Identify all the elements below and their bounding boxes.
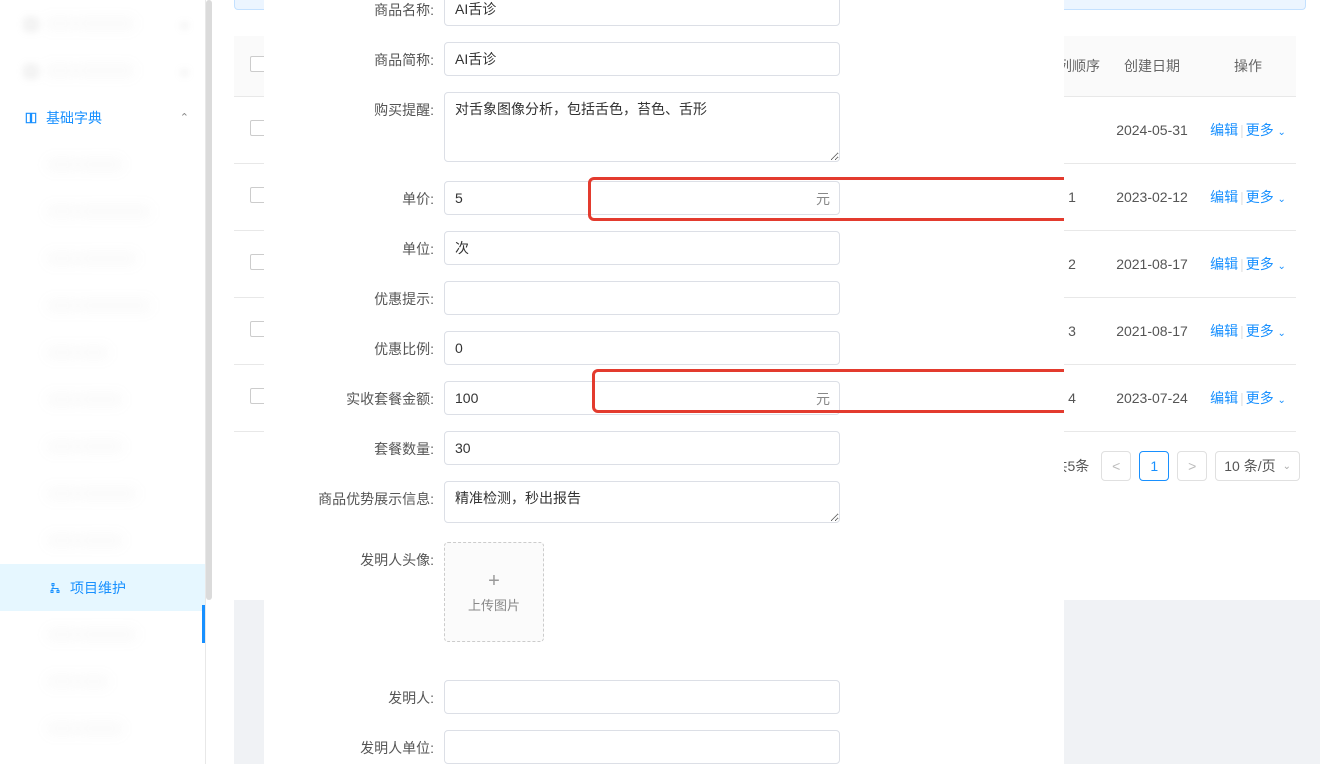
label-pkg-qty: 套餐数量: <box>264 431 444 459</box>
cell-ops: 编辑|更多 ⌄ <box>1200 163 1296 230</box>
more-link[interactable]: 更多 ⌄ <box>1246 256 1286 272</box>
edit-link[interactable]: 编辑 <box>1210 390 1238 406</box>
cell-date: 2023-02-12 <box>1104 163 1200 230</box>
cell-date: 2021-08-17 <box>1104 230 1200 297</box>
label-promo-rate: 优惠比例: <box>264 331 444 359</box>
label-pkg-amount: 实收套餐金额: <box>264 381 444 409</box>
chevron-up-icon: ⌃ <box>180 111 189 124</box>
edit-link[interactable]: 编辑 <box>1210 122 1238 138</box>
more-link[interactable]: 更多 ⌄ <box>1246 390 1286 406</box>
label-tip: 购买提醒: <box>264 92 444 120</box>
tree-icon <box>48 581 62 595</box>
label-promo-tip: 优惠提示: <box>264 281 444 309</box>
label-price: 单价: <box>264 181 444 209</box>
chevron-down-icon: ⌄ <box>180 17 189 30</box>
inventor-input[interactable] <box>444 680 840 714</box>
label-inventor-org: 发明人单位: <box>264 730 444 758</box>
chevron-down-icon: ⌄ <box>1275 328 1286 339</box>
edit-dialog: 商品名称: 商品简称: 购买提醒: 对舌象图像分析，包括舌色，苔色、舌形 单价:… <box>264 0 1064 764</box>
book-icon <box>24 111 38 125</box>
plus-icon: + <box>488 571 500 591</box>
sidebar-section-dict[interactable]: 基础字典 ⌃ <box>0 94 205 141</box>
cell-ops: 编辑|更多 ⌄ <box>1200 230 1296 297</box>
sidebar-item[interactable]: －－ －－－ <box>0 141 205 188</box>
chevron-down-icon: ⌄ <box>1275 395 1286 406</box>
col-ops: 操作 <box>1200 36 1296 96</box>
product-name-input[interactable] <box>444 0 840 26</box>
label-short: 商品简称: <box>264 42 444 70</box>
sidebar-item[interactable]: －－ －－－ <box>0 423 205 470</box>
chevron-down-icon: ⌄ <box>180 64 189 77</box>
edit-link[interactable]: 编辑 <box>1210 256 1238 272</box>
more-link[interactable]: 更多 ⌄ <box>1246 323 1286 339</box>
col-created: 创建日期 <box>1104 36 1200 96</box>
more-link[interactable]: 更多 ⌄ <box>1246 189 1286 205</box>
label-name: 商品名称: <box>264 0 444 20</box>
cell-date: 2021-08-17 <box>1104 297 1200 364</box>
sidebar-item[interactable]: －－ －－－ <box>0 517 205 564</box>
prev-page-button[interactable]: < <box>1101 451 1131 481</box>
sidebar-item[interactable]: －－ －－ <box>0 658 205 705</box>
package-qty-input[interactable] <box>444 431 840 465</box>
menu-icon: ▢ <box>24 17 38 31</box>
cell-ops: 编辑|更多 ⌄ <box>1200 364 1296 431</box>
upload-label: 上传图片 <box>468 595 520 614</box>
chevron-down-icon: ⌄ <box>1275 127 1286 138</box>
cell-date: 2024-05-31 <box>1104 96 1200 163</box>
more-link[interactable]: 更多 ⌄ <box>1246 122 1286 138</box>
suffix-yuan: 元 <box>816 189 830 209</box>
page-1[interactable]: 1 <box>1139 451 1169 481</box>
sidebar-item[interactable]: －－ －－－ <box>0 705 205 752</box>
suffix-yuan-2: 元 <box>816 389 830 409</box>
sidebar: ▢－－ －－－－⌄ ▢－－ －－－－⌄ 基础字典 ⌃ －－ －－－ －－ －－－… <box>0 0 206 764</box>
sidebar-item[interactable]: －－ －－－－－ <box>0 282 205 329</box>
sidebar-item[interactable]: －－ －－ <box>0 329 205 376</box>
sidebar-item[interactable]: －－ －－－－ <box>0 235 205 282</box>
promo-rate-input[interactable] <box>444 331 840 365</box>
product-short-input[interactable] <box>444 42 840 76</box>
page-size-label: 10 条/页 <box>1224 456 1275 476</box>
promo-tip-input[interactable] <box>444 281 840 315</box>
unit-input[interactable] <box>444 231 840 265</box>
edit-link[interactable]: 编辑 <box>1210 189 1238 205</box>
package-amount-input[interactable] <box>444 381 840 415</box>
sidebar-item[interactable]: －－ －－－－ <box>0 470 205 517</box>
sidebar-item[interactable]: －－ －－－－－ <box>0 188 205 235</box>
sidebar-item[interactable]: ▢－－ －－－－⌄ <box>0 0 205 47</box>
sidebar-item[interactable]: ▢－－ －－－－⌄ <box>0 47 205 94</box>
sidebar-section-label: 基础字典 <box>46 108 180 128</box>
unit-price-input[interactable] <box>444 181 840 215</box>
sidebar-item[interactable]: －－ －－－－ <box>0 611 205 658</box>
inventor-org-input[interactable] <box>444 730 840 764</box>
cell-ops: 编辑|更多 ⌄ <box>1200 297 1296 364</box>
scrollbar-thumb[interactable] <box>206 0 212 600</box>
page-size-select[interactable]: 10 条/页 ⌄ <box>1215 451 1300 481</box>
feature-textarea[interactable]: 精准检测，秒出报告 <box>444 481 840 523</box>
sidebar-item[interactable]: －－ －－－ <box>0 376 205 423</box>
menu-icon: ▢ <box>24 64 38 78</box>
chevron-down-icon: ⌄ <box>1275 194 1286 205</box>
avatar-upload[interactable]: + 上传图片 <box>444 542 544 642</box>
purchase-tip-textarea[interactable]: 对舌象图像分析，包括舌色，苔色、舌形 <box>444 92 840 162</box>
sidebar-item-label: 项目维护 <box>70 578 189 598</box>
chevron-down-icon: ⌄ <box>1275 261 1286 272</box>
next-page-button[interactable]: > <box>1177 451 1207 481</box>
cell-date: 2023-07-24 <box>1104 364 1200 431</box>
edit-link[interactable]: 编辑 <box>1210 323 1238 339</box>
label-feature: 商品优势展示信息: <box>264 481 444 509</box>
label-inventor: 发明人: <box>264 680 444 708</box>
label-avatar: 发明人头像: <box>264 542 444 570</box>
label-unit: 单位: <box>264 231 444 259</box>
active-indicator <box>202 605 205 643</box>
sidebar-item-project-maintenance[interactable]: 项目维护 <box>0 564 205 611</box>
cell-ops: 编辑|更多 ⌄ <box>1200 96 1296 163</box>
